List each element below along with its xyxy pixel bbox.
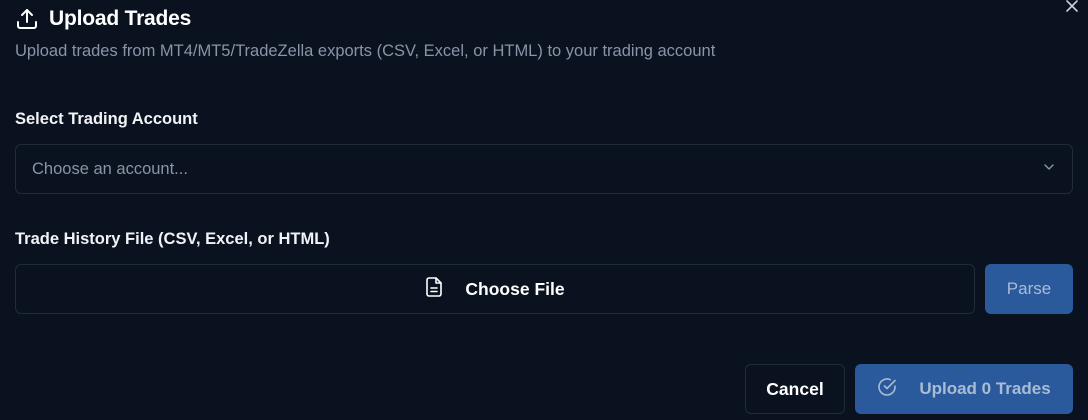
check-circle-icon (877, 377, 897, 402)
upload-icon (15, 7, 39, 31)
close-icon (1065, 0, 1079, 18)
dialog-title: Upload Trades (49, 7, 192, 30)
dialog-subtitle: Upload trades from MT4/MT5/TradeZella ex… (15, 42, 716, 60)
file-icon (425, 276, 443, 302)
choose-file-label: Choose File (465, 278, 565, 299)
account-select[interactable]: Choose an account... (15, 144, 1073, 194)
upload-trades-dialog: Upload Trades Upload trades from MT4/MT5… (0, 0, 1088, 420)
upload-trades-button[interactable]: Upload 0 Trades (855, 364, 1073, 414)
file-label: Trade History File (CSV, Excel, or HTML) (15, 230, 330, 248)
parse-button[interactable]: Parse (985, 264, 1073, 314)
upload-trades-label: Upload 0 Trades (919, 379, 1051, 398)
account-label: Select Trading Account (15, 110, 198, 128)
close-button[interactable] (1062, 0, 1082, 18)
chevron-down-icon (1042, 160, 1056, 179)
account-select-placeholder: Choose an account... (32, 159, 188, 178)
choose-file-button[interactable]: Choose File (15, 264, 975, 314)
dialog-header: Upload Trades (15, 5, 191, 33)
cancel-button[interactable]: Cancel (745, 364, 845, 414)
